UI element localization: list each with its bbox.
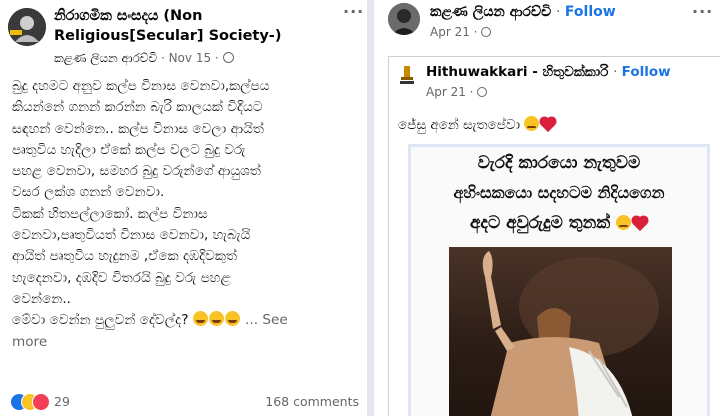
post-date[interactable]: Nov 15 — [169, 51, 212, 65]
page-avatar-image — [8, 8, 46, 46]
poster-line: අහිංසකයො සදහටම නිදියගෙන — [453, 183, 665, 202]
post-author[interactable]: කළණ ලියන ආරච්චි — [54, 51, 157, 65]
see-more-link[interactable]: ... See — [245, 312, 288, 328]
shared-caption: ජේසු අනේ සැතපේවා — [398, 116, 556, 133]
page-name[interactable]: නිරාගමික සංසදය (Non Religious[Secular] S… — [54, 6, 334, 46]
broken-heart-icon — [632, 216, 648, 232]
globe-icon — [222, 52, 234, 63]
comment-count[interactable]: 168 comments — [265, 394, 359, 409]
poster-line-3: අදට අවුරුදුම තුනක් — [411, 213, 707, 233]
post-line: හැදෙනවා, දඹදිව විතරයි බුදු වරු පහළ — [12, 269, 231, 286]
sad-emoji — [616, 215, 632, 230]
page-name-line2: Religious[Secular] Society-) — [54, 28, 282, 44]
shared-page-logo — [400, 66, 414, 84]
reactions-bar[interactable]: 29 — [10, 393, 90, 411]
post-line: ආයිත් පෘතුවිය හැදුනම ,ඒකෙ දඹදිවකුත් — [12, 248, 237, 265]
meta-sep: · — [214, 51, 223, 65]
laughing-emoji — [208, 311, 224, 327]
follow-button[interactable]: Follow — [565, 4, 616, 20]
statue-photo — [449, 247, 672, 416]
laughing-emoji — [192, 311, 208, 327]
post-line: වෙනවා,පෘතුවියත් විනාස වෙනවා, හැබැයි — [12, 227, 251, 244]
post-line: පෘතුවිය හැදිලා ඒකේ කල්ප වලට බුදු වරු — [12, 141, 246, 158]
laughing-emoji — [224, 311, 240, 327]
post-meta: කළණ ලියන ආරච්චි · Nov 15 · — [54, 51, 234, 66]
poster-line: අදට අවුරුදුම තුනක් — [469, 213, 611, 233]
globe-icon — [481, 27, 492, 37]
broken-heart-icon — [541, 117, 556, 133]
shared-page-line: Hithuwakkari - හිතුවක්කාරි · Follow — [426, 64, 671, 80]
page-name-line1: නිරාගමික සංසදය (Non — [54, 8, 203, 24]
author-avatar[interactable] — [388, 3, 420, 35]
post-line: වෙන්නෙ.. — [12, 290, 72, 307]
author-line: කළණ ලියන ආරච්චි · Follow — [430, 4, 616, 20]
page-avatar[interactable] — [8, 8, 46, 46]
right-post: කළණ ලියන ආරච්චි · Follow ··· Apr 21 · Hi… — [374, 0, 720, 416]
shared-page-avatar[interactable] — [396, 64, 418, 86]
sad-emoji — [524, 116, 540, 131]
more-dots-icon[interactable]: ··· — [692, 4, 713, 20]
shared-page-name[interactable]: Hithuwakkari - හිතුවක්කාරි — [426, 64, 608, 80]
post-line: සඳහන් වෙන්නෙ.. කල්ප විනාස වෙලා ආයිත් — [12, 120, 264, 137]
post-body: බුදු දහමට අනුව කල්ප විනාස වෙනවා,කල්පය කි… — [12, 76, 362, 353]
post-line: පහළ වෙනවා, සමහර බුදු වරුන්ගේ ආයුශත් — [12, 163, 261, 180]
post-meta: Apr 21 · — [430, 25, 492, 39]
post-line: කියන්නේ ගනන් කරන්න බැරි කාලයක් විදියට — [12, 99, 263, 116]
see-more-link-wrap[interactable]: more — [12, 332, 362, 353]
screenshot-divider — [367, 0, 374, 416]
more-dots-icon[interactable]: ··· — [343, 4, 364, 20]
shared-image[interactable]: වැරදි කාරයො නැතුවම අහිංසකයො සදහටම නිදියග… — [408, 144, 710, 416]
author-avatar-image — [388, 3, 420, 35]
love-reaction — [32, 393, 50, 411]
post-line: වසර ලක්ශ ගනන් වෙනවා. — [12, 184, 165, 201]
post-line: ටිකක් හිතපල්ලාකෝ. කල්ප විනාස — [12, 205, 208, 222]
shared-post-meta: Apr 21 · — [426, 85, 488, 99]
meta-sep: · — [160, 51, 169, 65]
post-line: මේවා වෙන්න පුලුවන් දේවල්ද? — [12, 312, 189, 329]
globe-icon — [477, 87, 488, 97]
left-post: නිරාගමික සංසදය (Non Religious[Secular] S… — [0, 0, 367, 416]
statue-figure — [482, 251, 659, 416]
reaction-count: 29 — [54, 394, 70, 409]
author-name[interactable]: කළණ ලියන ආරච්චි — [430, 4, 551, 20]
shared-follow-button[interactable]: Follow — [622, 64, 671, 80]
shared-post-date[interactable]: Apr 21 — [426, 85, 466, 99]
post-date[interactable]: Apr 21 — [430, 25, 470, 39]
poster-line: වැරදි කාරයො නැතුවම — [477, 153, 641, 173]
post-line: බුදු දහමට අනුව කල්ප විනාස වෙනවා,කල්පය — [12, 78, 270, 94]
post-last-line: මේවා වෙන්න පුලුවන් දේවල්ද? ... See — [12, 310, 362, 331]
caption-text: ජේසු අනේ සැතපේවා — [398, 117, 521, 133]
